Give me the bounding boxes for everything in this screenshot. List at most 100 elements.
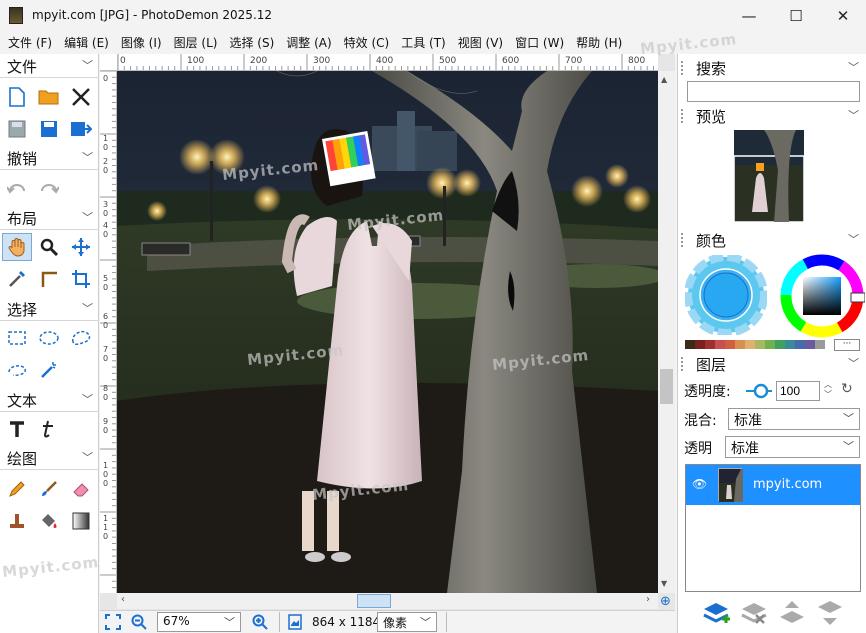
polygon-lasso-button[interactable] xyxy=(2,356,32,384)
undo-button[interactable] xyxy=(2,174,32,202)
save-as-button[interactable] xyxy=(34,115,64,143)
text-tool-button[interactable] xyxy=(2,415,32,443)
blend-mode-select[interactable]: 标准 ﹀ xyxy=(728,408,860,430)
export-button[interactable] xyxy=(66,115,96,143)
redo-button[interactable] xyxy=(34,174,64,202)
menu-tools[interactable]: 工具 (T) xyxy=(395,34,452,51)
reset-icon[interactable]: ↻ xyxy=(841,381,853,397)
menu-file[interactable]: 文件 (F) xyxy=(0,34,58,51)
close-button[interactable]: ✕ xyxy=(820,0,866,31)
swatch-12[interactable] xyxy=(805,340,815,349)
menu-effects[interactable]: 特效 (C) xyxy=(338,34,396,51)
save-disabled-button[interactable] xyxy=(2,115,32,143)
section-text[interactable]: 文本 ﹀ xyxy=(0,388,99,412)
unit-select[interactable]: 像素 ﹀ xyxy=(377,612,437,632)
grip-handle[interactable] xyxy=(681,233,684,247)
eraser-tool-button[interactable] xyxy=(66,475,96,503)
swatch-8[interactable] xyxy=(765,340,775,349)
swatch-13[interactable] xyxy=(815,340,825,349)
opacity-input[interactable] xyxy=(776,381,820,401)
minimize-button[interactable]: — xyxy=(726,0,772,31)
grip-handle[interactable] xyxy=(681,109,684,123)
menu-view[interactable]: 视图 (V) xyxy=(452,34,509,51)
swatch-2[interactable] xyxy=(705,340,715,349)
menu-help[interactable]: 帮助 (H) xyxy=(570,34,628,51)
gradient-tool-button[interactable] xyxy=(66,507,96,535)
move-tool-button[interactable] xyxy=(66,233,96,261)
typography-tool-button[interactable] xyxy=(34,415,64,443)
section-undo[interactable]: 撤销 ﹀ xyxy=(0,146,99,170)
close-image-button[interactable] xyxy=(66,83,96,111)
ellipse-select-button[interactable] xyxy=(34,324,64,352)
image-canvas[interactable]: Mpyit.com Mpyit.com Mpyit.com Mpyit.com … xyxy=(117,71,658,593)
swatch-6[interactable] xyxy=(745,340,755,349)
palette-more-button[interactable]: ··· xyxy=(834,339,860,351)
swatch-3[interactable] xyxy=(715,340,725,349)
move-layer-up-button[interactable] xyxy=(778,599,806,630)
horizontal-scrollbar[interactable]: ‹ › xyxy=(117,593,658,609)
section-paint[interactable]: 绘图 ﹀ xyxy=(0,446,99,470)
preview-panel-header[interactable]: 预览 ﹀ xyxy=(678,104,866,128)
preview-thumbnail[interactable] xyxy=(734,130,804,222)
crop-tool-button[interactable] xyxy=(66,265,96,293)
menu-adjust[interactable]: 调整 (A) xyxy=(280,34,337,51)
layer-row[interactable]: 👁 mpyit.com xyxy=(686,465,860,505)
color-panel-header[interactable]: 颜色 ﹀ xyxy=(678,228,866,252)
menu-select[interactable]: 选择 (S) xyxy=(223,34,280,51)
primary-color-wheel[interactable] xyxy=(684,253,768,338)
zoom-select[interactable]: 67% ﹀ xyxy=(157,612,241,632)
zoom-tool-button[interactable] xyxy=(34,233,64,261)
hue-wheel[interactable] xyxy=(779,253,866,342)
new-file-button[interactable] xyxy=(2,83,32,111)
fit-window-button[interactable] xyxy=(105,614,121,633)
rect-select-button[interactable] xyxy=(2,324,32,352)
clone-stamp-button[interactable] xyxy=(2,507,32,535)
eyedropper-tool-button[interactable] xyxy=(2,265,32,293)
grip-handle[interactable] xyxy=(681,357,684,371)
grip-handle[interactable] xyxy=(681,61,684,75)
scroll-right-arrow-icon[interactable]: › xyxy=(646,594,650,605)
color-palette[interactable] xyxy=(685,340,825,349)
scroll-up-arrow-icon[interactable]: ▲ xyxy=(661,75,667,84)
vertical-scrollbar[interactable]: ▲ ▼ xyxy=(658,71,675,593)
maximize-button[interactable]: ☐ xyxy=(773,0,819,31)
opacity-spinner[interactable]: ︿ ﹀ xyxy=(824,380,832,400)
pencil-tool-button[interactable] xyxy=(2,475,32,503)
zoom-out-button[interactable] xyxy=(131,614,147,633)
vertical-scroll-thumb[interactable] xyxy=(660,369,673,404)
measure-tool-button[interactable] xyxy=(34,265,64,293)
lasso-select-button[interactable] xyxy=(66,324,96,352)
swatch-5[interactable] xyxy=(735,340,745,349)
delete-layer-button[interactable] xyxy=(740,599,768,630)
menu-image[interactable]: 图像 (I) xyxy=(115,34,168,51)
swatch-9[interactable] xyxy=(775,340,785,349)
swatch-10[interactable] xyxy=(785,340,795,349)
fill-tool-button[interactable] xyxy=(34,507,64,535)
opacity-slider[interactable] xyxy=(746,381,772,404)
horizontal-scroll-thumb[interactable] xyxy=(357,594,391,608)
scroll-left-arrow-icon[interactable]: ‹ xyxy=(121,594,125,605)
menu-window[interactable]: 窗口 (W) xyxy=(509,34,570,51)
layers-panel-header[interactable]: 图层 ﹀ xyxy=(678,352,866,376)
search-panel-header[interactable]: 搜索 ﹀ xyxy=(678,56,866,80)
alpha-mode-select[interactable]: 标准 ﹀ xyxy=(725,436,860,458)
section-select[interactable]: 选择 ﹀ xyxy=(0,297,99,321)
swatch-1[interactable] xyxy=(695,340,705,349)
move-layer-down-button[interactable] xyxy=(816,599,844,630)
open-file-button[interactable] xyxy=(34,83,64,111)
zoom-in-button[interactable] xyxy=(252,614,268,633)
brush-tool-button[interactable] xyxy=(34,475,64,503)
hand-tool-button[interactable] xyxy=(2,233,32,261)
menu-edit[interactable]: 编辑 (E) xyxy=(58,34,115,51)
search-input[interactable] xyxy=(687,81,860,102)
center-view-icon[interactable]: ⊕ xyxy=(660,594,671,609)
add-layer-button[interactable] xyxy=(702,599,732,630)
swatch-4[interactable] xyxy=(725,340,735,349)
magic-wand-button[interactable] xyxy=(34,356,64,384)
swatch-11[interactable] xyxy=(795,340,805,349)
section-file[interactable]: 文件 ﹀ xyxy=(0,54,99,78)
section-layout[interactable]: 布局 ﹀ xyxy=(0,206,99,230)
menu-layer[interactable]: 图层 (L) xyxy=(168,34,224,51)
swatch-7[interactable] xyxy=(755,340,765,349)
scroll-down-arrow-icon[interactable]: ▼ xyxy=(661,579,667,588)
